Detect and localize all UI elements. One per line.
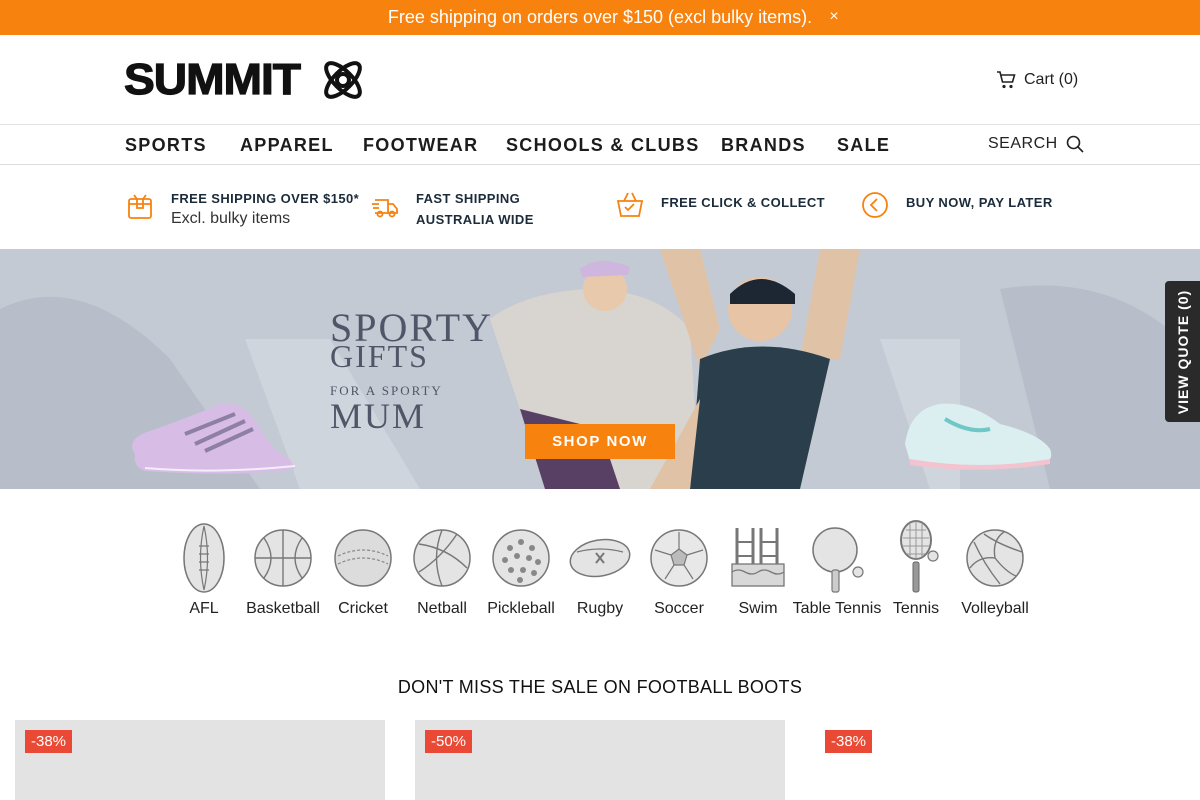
usp-title: BUY NOW, PAY LATER bbox=[906, 195, 1053, 210]
usp-click-collect: FREE CLICK & COLLECT bbox=[615, 186, 825, 220]
product-card[interactable]: -38% bbox=[815, 720, 1185, 800]
sport-label: Volleyball bbox=[961, 600, 1029, 617]
truck-icon bbox=[372, 199, 398, 218]
nav-apparel[interactable]: APPAREL bbox=[240, 135, 334, 156]
announcement-text: Free shipping on orders over $150 (excl … bbox=[387, 7, 813, 27]
sport-afl[interactable]: AFL bbox=[159, 518, 249, 619]
sport-table-tennis[interactable]: Table Tennis bbox=[792, 518, 882, 619]
announcement-bar: Free shipping on orders over $150 (excl … bbox=[0, 0, 1200, 35]
sport-pickleball[interactable]: Pickleball bbox=[476, 518, 566, 619]
soccer-ball-icon bbox=[650, 529, 708, 587]
sport-label: AFL bbox=[189, 600, 219, 617]
sport-tennis[interactable]: Tennis bbox=[871, 518, 961, 619]
discount-badge: -38% bbox=[825, 730, 873, 753]
cart-icon bbox=[997, 71, 1016, 89]
hero-banner[interactable]: SPORTY GIFTS FOR A SPORTY MUM SHOP NOW bbox=[0, 249, 1200, 489]
usp-free-shipping: FREE SHIPPING OVER $150* Excl. bulky ite… bbox=[125, 188, 359, 229]
chevron-circle-icon bbox=[862, 192, 888, 218]
sport-label: Tennis bbox=[892, 600, 940, 617]
box-icon bbox=[128, 194, 152, 219]
discount-badge: -38% bbox=[25, 730, 73, 753]
afl-ball-icon bbox=[183, 523, 225, 593]
search-icon bbox=[1066, 135, 1084, 153]
product-card[interactable]: -50% bbox=[415, 720, 785, 800]
site-header: SUMMIT Cart (0) bbox=[0, 35, 1200, 125]
main-nav: SPORTS APPAREL FOOTWEAR SCHOOLS & CLUBS … bbox=[0, 125, 1200, 165]
usp-fast-shipping: FAST SHIPPING AUSTRALIA WIDE bbox=[370, 188, 534, 230]
usp-subtitle: Excl. bulky items bbox=[171, 210, 291, 227]
atom-logo-icon bbox=[324, 61, 362, 99]
usp-title: FAST SHIPPING bbox=[416, 191, 521, 206]
shop-now-button[interactable]: SHOP NOW bbox=[525, 424, 675, 459]
view-quote-label: VIEW QUOTE (0) bbox=[1174, 289, 1191, 414]
usp-buy-now-pay-later: BUY NOW, PAY LATER bbox=[860, 186, 1053, 220]
cricket-ball-icon bbox=[334, 529, 392, 587]
sport-soccer[interactable]: Soccer bbox=[634, 518, 724, 619]
nav-footwear[interactable]: FOOTWEAR bbox=[363, 135, 478, 156]
hero-headline-4: MUM bbox=[330, 396, 427, 436]
sport-label: Cricket bbox=[338, 600, 388, 617]
usp-title-line2: AUSTRALIA WIDE bbox=[416, 212, 534, 227]
sport-basketball[interactable]: Basketball bbox=[238, 518, 328, 619]
sport-label: Swim bbox=[738, 600, 778, 617]
sport-cricket[interactable]: Cricket bbox=[318, 518, 408, 619]
search-button[interactable]: SEARCH bbox=[988, 135, 1084, 153]
table-tennis-icon bbox=[812, 527, 864, 593]
sport-netball[interactable]: Netball bbox=[397, 518, 487, 619]
nav-brands[interactable]: BRANDS bbox=[721, 135, 806, 156]
usp-title: FREE CLICK & COLLECT bbox=[661, 195, 825, 210]
sport-volleyball[interactable]: Volleyball bbox=[950, 518, 1040, 619]
sport-label: Soccer bbox=[654, 600, 704, 617]
view-quote-tab[interactable]: VIEW QUOTE (0) bbox=[1165, 281, 1200, 422]
usp-bar: FREE SHIPPING OVER $150* Excl. bulky ite… bbox=[0, 166, 1200, 249]
basket-icon bbox=[616, 192, 644, 217]
sport-label: Rugby bbox=[576, 600, 624, 617]
tennis-racket-icon bbox=[900, 520, 939, 593]
netball-icon bbox=[413, 529, 471, 587]
close-icon[interactable]: × bbox=[826, 8, 842, 26]
nav-schools-clubs[interactable]: SCHOOLS & CLUBS bbox=[506, 135, 700, 156]
sport-swim[interactable]: Swim bbox=[713, 518, 803, 619]
summit-logo[interactable]: SUMMIT bbox=[123, 54, 369, 105]
right-shoe-image bbox=[905, 403, 1052, 470]
hero-headline-2: GIFTS bbox=[330, 338, 429, 374]
rugby-ball-icon bbox=[569, 538, 631, 578]
nav-sale[interactable]: SALE bbox=[837, 135, 890, 156]
logo-wordmark: SUMMIT bbox=[123, 54, 301, 104]
pickleball-icon bbox=[492, 529, 550, 587]
cart-label: Cart (0) bbox=[1024, 71, 1079, 88]
sport-label: Table Tennis bbox=[792, 600, 882, 617]
sport-label: Pickleball bbox=[487, 600, 555, 617]
sport-label: Netball bbox=[417, 600, 467, 617]
cart-link[interactable]: Cart (0) bbox=[996, 70, 1078, 90]
sport-label: Basketball bbox=[246, 600, 320, 617]
basketball-icon bbox=[254, 529, 312, 587]
section-title: DON'T MISS THE SALE ON FOOTBALL BOOTS bbox=[397, 677, 803, 697]
search-label: SEARCH bbox=[988, 135, 1058, 152]
product-card[interactable]: -38% bbox=[15, 720, 385, 800]
swim-icon bbox=[731, 528, 785, 587]
nav-sports[interactable]: SPORTS bbox=[125, 135, 207, 156]
sport-rugby[interactable]: Rugby bbox=[555, 518, 645, 619]
usp-title: FREE SHIPPING OVER $150* bbox=[171, 191, 360, 206]
discount-badge: -50% bbox=[425, 730, 473, 753]
volleyball-icon bbox=[966, 529, 1024, 587]
